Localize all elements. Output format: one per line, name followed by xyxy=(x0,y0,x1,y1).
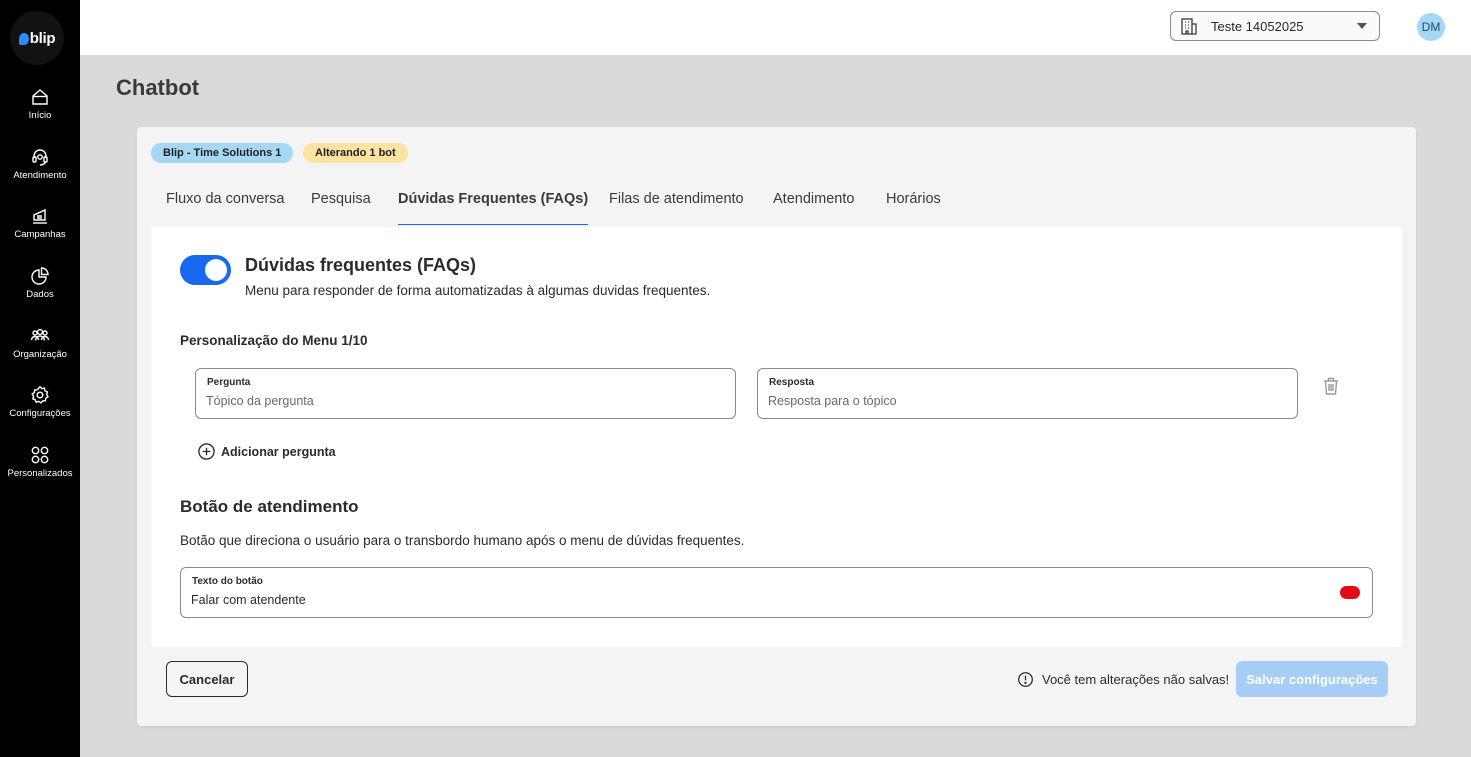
megaphone-icon xyxy=(33,208,47,224)
answer-input[interactable] xyxy=(768,394,1257,408)
sidebar-item-inicio[interactable]: Início xyxy=(0,87,80,121)
alert-circle-icon xyxy=(1018,672,1033,687)
blip-logo-text: blip xyxy=(29,29,56,47)
add-question-button[interactable]: Adicionar pergunta xyxy=(197,442,336,461)
toggle-knob xyxy=(205,259,227,281)
menu-customization-label: Personalização do Menu 1/10 xyxy=(180,333,368,348)
faq-description: Menu para responder de forma automatizad… xyxy=(245,283,711,298)
contract-selector[interactable]: Teste 14052025 xyxy=(1170,11,1380,41)
topbar: Teste 14052025 DM xyxy=(80,0,1471,55)
bot-name-badge: Blip - Time Solutions 1 xyxy=(151,143,294,163)
sidebar-item-label: Configurações xyxy=(9,408,71,419)
blip-logo-mark xyxy=(18,32,29,45)
headset-icon xyxy=(32,149,48,166)
error-indicator xyxy=(1340,586,1360,599)
tab-pesquisa[interactable]: Pesquisa xyxy=(311,191,371,225)
chevron-down-icon xyxy=(1357,23,1367,29)
question-label: Pergunta xyxy=(207,377,251,388)
answer-label: Resposta xyxy=(769,377,815,388)
status-badge: Alterando 1 bot xyxy=(303,143,408,163)
blip-logo[interactable]: blip xyxy=(10,11,64,65)
page-title: Chatbot xyxy=(116,75,200,100)
add-question-label: Adicionar pergunta xyxy=(221,444,336,459)
button-text-label: Texto do botão xyxy=(192,576,263,587)
gear-icon xyxy=(31,385,49,404)
tab-filas-de-atendimento[interactable]: Filas de atendimento xyxy=(609,191,744,225)
service-button-description: Botão que direciona o usuário para o tra… xyxy=(180,533,745,548)
unsaved-warning: Você tem alterações não salvas! xyxy=(1017,671,1229,688)
sidebar-item-label: Personalizados xyxy=(7,468,73,479)
users-icon xyxy=(30,328,50,341)
tab-atendimento[interactable]: Atendimento xyxy=(773,191,854,225)
button-text-field[interactable]: Texto do botão xyxy=(180,567,1373,618)
question-field[interactable]: Pergunta xyxy=(195,368,736,419)
answer-field[interactable]: Resposta xyxy=(757,368,1298,419)
question-input[interactable] xyxy=(206,394,695,408)
sidebar: blip Início Atendimento Campanhas Dados … xyxy=(0,0,80,757)
sidebar-item-label: Atendimento xyxy=(13,170,67,181)
sidebar-item-dados[interactable]: Dados xyxy=(0,266,80,300)
sidebar-item-personalizados[interactable]: Personalizados xyxy=(0,445,80,479)
grid-icon xyxy=(31,446,49,464)
contract-name: Teste 14052025 xyxy=(1211,18,1304,34)
save-settings-button[interactable]: Salvar configurações xyxy=(1236,661,1388,697)
tab-faqs[interactable]: Dúvidas Frequentes (FAQs) xyxy=(398,191,589,225)
tab-horarios[interactable]: Horários xyxy=(886,191,941,225)
sidebar-item-configuracoes[interactable]: Configurações xyxy=(0,385,80,419)
faq-panel: Dúvidas frequentes (FAQs) Menu para resp… xyxy=(151,227,1402,647)
faq-toggle[interactable] xyxy=(180,255,231,285)
sidebar-item-label: Dados xyxy=(26,289,54,300)
pie-chart-icon xyxy=(31,267,49,285)
sidebar-item-campanhas[interactable]: Campanhas xyxy=(0,206,80,240)
sidebar-item-label: Campanhas xyxy=(14,229,66,240)
sidebar-item-atendimento[interactable]: Atendimento xyxy=(0,147,80,181)
trash-icon[interactable] xyxy=(1322,376,1340,396)
settings-card: Blip - Time Solutions 1 Alterando 1 bot … xyxy=(137,127,1416,726)
button-text-input[interactable] xyxy=(191,593,1332,607)
avatar[interactable]: DM xyxy=(1417,13,1445,41)
cancel-button[interactable]: Cancelar xyxy=(166,661,248,697)
faq-title: Dúvidas frequentes (FAQs) xyxy=(245,255,477,275)
unsaved-message: Você tem alterações não salvas! xyxy=(1042,672,1230,687)
service-button-title: Botão de atendimento xyxy=(180,497,359,516)
plus-circle-icon xyxy=(198,443,215,460)
sidebar-item-label: Organização xyxy=(13,349,67,360)
building-icon xyxy=(1181,18,1197,35)
sidebar-item-label: Início xyxy=(28,110,52,121)
sidebar-item-organizacao[interactable]: Organização xyxy=(0,326,80,360)
tab-fluxo-da-conversa[interactable]: Fluxo da conversa xyxy=(166,191,284,225)
home-icon xyxy=(32,89,48,105)
